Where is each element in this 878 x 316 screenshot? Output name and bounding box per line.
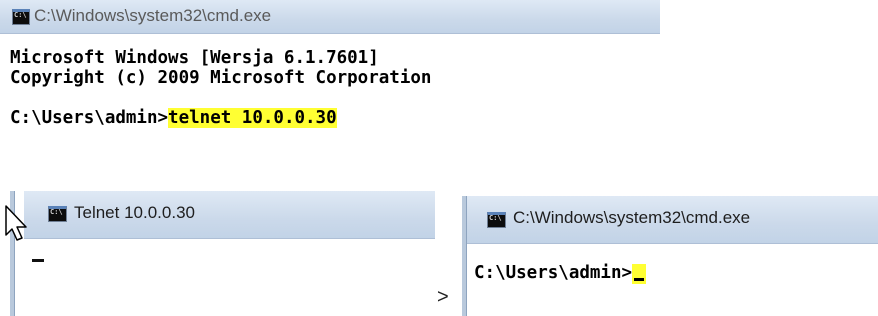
arrow-separator: > [437, 286, 449, 308]
console-output[interactable]: C:\Users\admin> [474, 244, 878, 316]
cmd-window-top: C:\ C:\Windows\system32\cmd.exe Microsof… [0, 0, 660, 160]
telnet-window: C:\ Telnet 10.0.0.30 [10, 191, 435, 316]
prompt: C:\Users\admin> [10, 108, 169, 128]
cmd-icon[interactable]: C:\ [487, 212, 506, 228]
window-titlebar[interactable]: C:\ C:\Windows\system32\cmd.exe [0, 0, 660, 34]
console-output[interactable] [24, 239, 435, 316]
prompt: C:\Users\admin> [474, 263, 633, 283]
console-line: Microsoft Windows [Wersja 6.1.7601] [10, 48, 379, 68]
text-cursor [632, 264, 647, 284]
text-cursor [32, 259, 44, 262]
cmd-icon[interactable]: C:\ [48, 206, 67, 222]
mouse-pointer-icon [5, 205, 27, 241]
window-titlebar[interactable]: C:\ C:\Windows\system32\cmd.exe [467, 196, 878, 244]
window-title: C:\Windows\system32\cmd.exe [513, 208, 751, 227]
command-line: C:\Users\admin>telnet 10.0.0.30 [10, 108, 660, 128]
window-title: C:\Windows\system32\cmd.exe [34, 6, 272, 25]
console-output[interactable]: Microsoft Windows [Wersja 6.1.7601] Copyr… [10, 34, 660, 160]
window-title: Telnet 10.0.0.30 [74, 203, 195, 222]
telnet-command: telnet 10.0.0.30 [168, 108, 337, 128]
console-line: Copyright (c) 2009 Microsoft Corporation [10, 68, 432, 88]
command-line: C:\Users\admin> [474, 262, 878, 284]
window-titlebar[interactable]: C:\ Telnet 10.0.0.30 [24, 191, 435, 239]
cmd-window-bottom-right: C:\ C:\Windows\system32\cmd.exe C:\Users… [462, 196, 878, 316]
cmd-icon[interactable]: C:\ [12, 9, 30, 25]
